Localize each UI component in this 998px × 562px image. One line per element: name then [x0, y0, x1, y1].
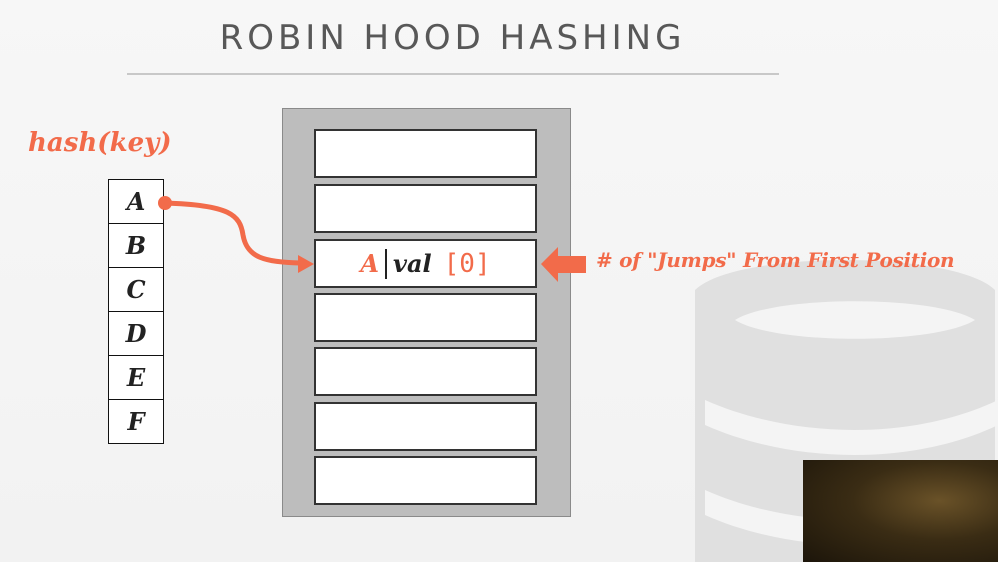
key-a: A — [108, 179, 164, 224]
key-f: F — [108, 399, 164, 444]
slot-separator — [385, 248, 388, 279]
hash-function-label: hash(key) — [28, 128, 172, 158]
slot-entry: A val [0] — [316, 241, 535, 286]
table-slot-6 — [314, 456, 537, 505]
key-d: D — [108, 311, 164, 356]
hash-table: A val [0] — [282, 108, 571, 517]
table-slot-2: A val [0] — [314, 239, 537, 288]
key-b: B — [108, 223, 164, 268]
table-slot-1 — [314, 184, 537, 233]
slot-jump-count: [0] — [443, 248, 491, 279]
slot-value: val — [393, 249, 432, 278]
key-c: C — [108, 267, 164, 312]
table-slot-0 — [314, 129, 537, 178]
jump-annotation: # of "Jumps" From First Position — [596, 248, 955, 272]
slide-title: ROBIN HOOD HASHING — [219, 18, 686, 58]
table-slot-5 — [314, 402, 537, 451]
key-list: A B C D E F — [108, 179, 164, 444]
title-divider — [127, 73, 779, 75]
table-slot-4 — [314, 347, 537, 396]
hash-mapping-arrow — [164, 200, 301, 266]
key-e: E — [108, 355, 164, 400]
slot-key: A — [360, 249, 380, 278]
presenter-video-thumbnail — [803, 460, 998, 562]
table-slot-3 — [314, 293, 537, 342]
